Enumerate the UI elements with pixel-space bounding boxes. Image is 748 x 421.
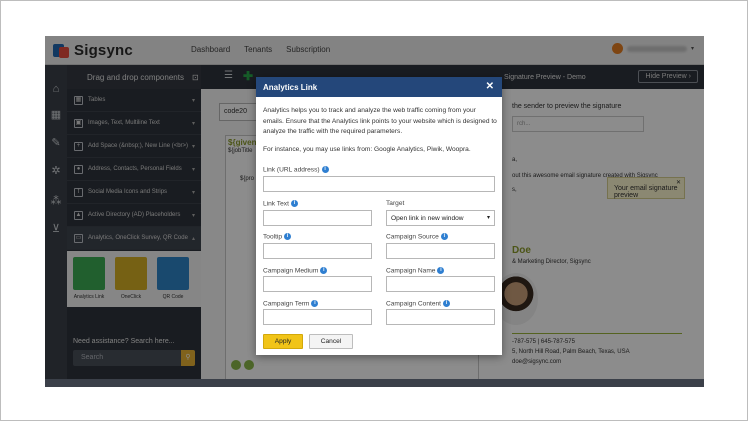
apply-button[interactable]: Apply — [263, 334, 303, 349]
dialog-title: Analytics Link — [263, 83, 318, 92]
campaign-medium-label: Campaign Medium i — [263, 267, 328, 275]
campaign-source-label: Campaign Source i — [386, 233, 448, 240]
tooltip-input[interactable] — [263, 243, 372, 259]
target-select[interactable]: Open link in new window ▾ — [386, 210, 495, 226]
campaign-source-label-text: Campaign Source — [386, 233, 439, 241]
info-icon[interactable]: i — [437, 267, 445, 274]
campaign-content-label-text: Campaign Content — [386, 300, 441, 308]
link-text-input[interactable] — [263, 210, 372, 226]
chevron-down-icon: ▾ — [486, 215, 490, 221]
campaign-term-label: Campaign Term i — [263, 300, 319, 308]
info-icon[interactable]: i — [321, 166, 329, 173]
link-text-label: Link Text i — [263, 200, 298, 207]
info-icon[interactable]: i — [284, 233, 292, 240]
campaign-term-label-text: Campaign Term — [263, 300, 310, 308]
campaign-content-label: Campaign Content i — [386, 300, 450, 307]
analytics-link-dialog: Analytics Link ✕ Analytics helps you to … — [256, 77, 502, 355]
campaign-term-input[interactable] — [263, 309, 372, 325]
campaign-name-label-text: Campaign Name — [386, 267, 436, 275]
campaign-medium-label-text: Campaign Medium — [263, 267, 319, 275]
campaign-content-input[interactable] — [386, 309, 495, 325]
bottom-scrollbar[interactable] — [45, 379, 704, 387]
link-url-input[interactable] — [263, 176, 495, 192]
cancel-button[interactable]: Cancel — [309, 334, 353, 349]
close-icon[interactable]: ✕ — [486, 81, 494, 92]
link-text-label-text: Link Text — [263, 200, 289, 208]
info-icon[interactable]: i — [320, 267, 328, 274]
campaign-medium-input[interactable] — [263, 276, 372, 292]
dialog-header: Analytics Link ✕ — [256, 77, 502, 97]
dialog-examples: For instance, you may use links from: Go… — [263, 146, 471, 153]
link-url-label-text: Link (URL address) — [263, 166, 320, 174]
info-icon[interactable]: i — [442, 300, 450, 307]
campaign-source-input[interactable] — [386, 243, 495, 259]
tooltip-label: Tooltip i — [263, 233, 292, 241]
target-selected-value: Open link in new window — [391, 215, 464, 222]
info-icon[interactable]: i — [290, 200, 298, 207]
target-label: Target — [386, 200, 405, 207]
info-icon[interactable]: i — [311, 300, 319, 307]
info-icon[interactable]: i — [440, 233, 448, 240]
campaign-name-input[interactable] — [386, 276, 495, 292]
link-url-label: Link (URL address) i — [263, 166, 329, 173]
dialog-description: Analytics helps you to track and analyze… — [263, 107, 497, 135]
campaign-name-label: Campaign Name i — [386, 267, 445, 275]
tooltip-label-text: Tooltip — [263, 233, 283, 241]
